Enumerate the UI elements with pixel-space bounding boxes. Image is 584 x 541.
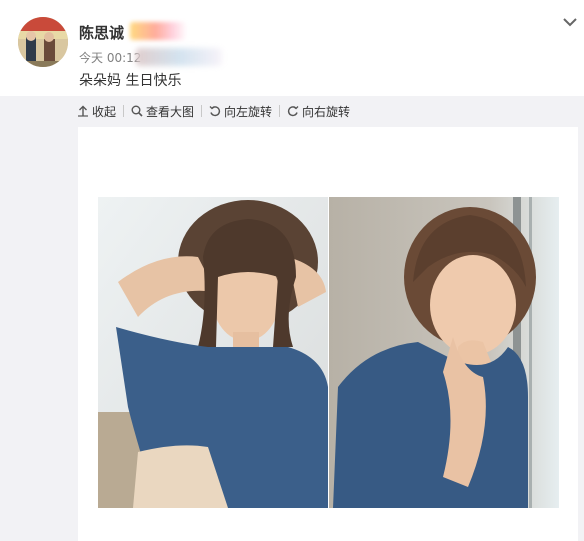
post-photo[interactable] — [98, 197, 559, 508]
rotate-left-label: 向左旋转 — [224, 104, 273, 119]
post-header: 陈思诚 今天 00:12 朵朵妈 生日快乐 — [0, 0, 584, 96]
rotate-right-button[interactable]: 向右旋转 — [280, 103, 357, 120]
arrow-up-icon — [78, 105, 88, 117]
post-source-blurred — [136, 48, 222, 66]
vip-badge — [130, 22, 186, 40]
post-text: 朵朵妈 生日快乐 — [79, 73, 182, 89]
image-toolbar: 收起 查看大图 向左旋转 向右旋转 — [77, 100, 357, 122]
rotate-left-button[interactable]: 向左旋转 — [202, 103, 279, 120]
rotate-right-icon — [287, 106, 299, 117]
collapse-button[interactable]: 收起 — [77, 103, 123, 120]
rotate-left-icon — [209, 106, 221, 117]
view-large-label: 查看大图 — [146, 104, 195, 119]
username[interactable]: 陈思诚 — [79, 22, 124, 43]
avatar[interactable] — [18, 17, 68, 67]
rotate-right-label: 向右旋转 — [302, 104, 351, 119]
collapse-label: 收起 — [92, 104, 117, 119]
chevron-down-icon[interactable] — [561, 15, 579, 29]
post-time[interactable]: 今天 00:12 — [79, 49, 141, 66]
magnifier-icon — [131, 105, 143, 117]
view-large-button[interactable]: 查看大图 — [124, 103, 201, 120]
